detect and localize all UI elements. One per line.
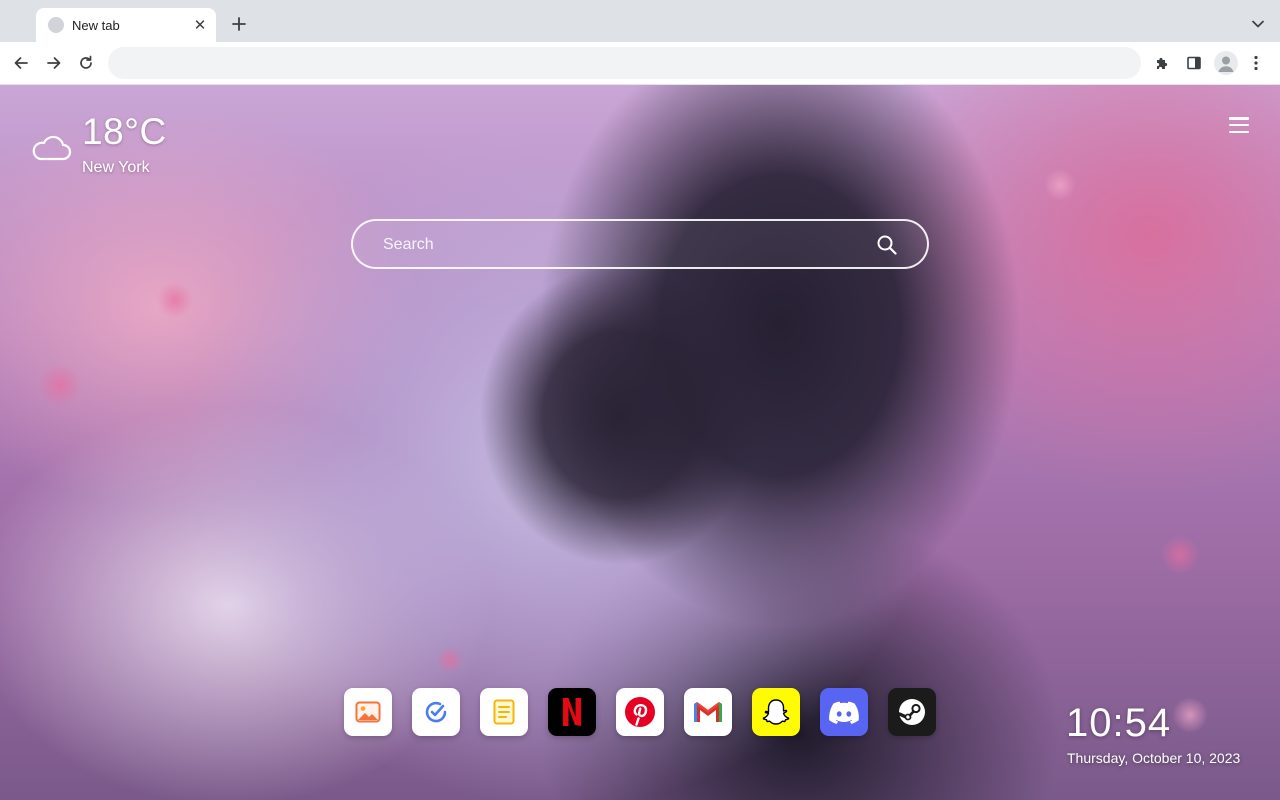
notepad-icon (493, 699, 515, 725)
back-button[interactable] (9, 51, 33, 75)
clock-date: Thursday, October 10, 2023 (1067, 750, 1241, 766)
app-shortcuts (344, 688, 936, 736)
steam-icon (897, 699, 925, 725)
weather-widget[interactable]: 18°C New York (30, 111, 200, 181)
snapchat-icon (762, 699, 790, 725)
app-pinterest[interactable] (616, 688, 664, 736)
search-input[interactable] (383, 233, 863, 257)
extensions-button[interactable] (1150, 51, 1174, 75)
menu-line (1229, 123, 1249, 127)
app-gmail[interactable] (684, 688, 732, 736)
side-panel-icon (1187, 56, 1201, 70)
browser-toolbar (0, 42, 1280, 85)
app-photos[interactable] (344, 688, 392, 736)
tab-new-tab[interactable]: New tab ✕ (36, 8, 216, 42)
tab-favicon-icon (48, 17, 64, 33)
app-discord[interactable] (820, 688, 868, 736)
new-tab-button[interactable] (228, 13, 250, 35)
gmail-icon (694, 702, 722, 722)
reload-icon (80, 55, 92, 69)
more-vertical-icon (1254, 55, 1258, 71)
search-icon (877, 235, 897, 255)
arrow-right-icon (47, 57, 61, 69)
hamburger-menu-button[interactable] (1229, 117, 1249, 133)
puzzle-icon (1157, 57, 1168, 69)
user-icon (1218, 56, 1234, 72)
tab-strip: New tab ✕ (0, 0, 1280, 42)
app-tasks[interactable] (412, 688, 460, 736)
plus-icon (232, 17, 246, 31)
discord-icon (829, 701, 859, 724)
cloud-icon (32, 135, 72, 161)
arrow-left-icon (14, 57, 28, 69)
netflix-icon (563, 698, 581, 726)
new-tab-page: 18°C New York Search 10:54 Thursday, Oct… (0, 85, 1280, 800)
reload-button[interactable] (74, 51, 98, 75)
forward-button[interactable] (42, 51, 66, 75)
check-circle-icon (425, 701, 447, 723)
weather-temperature: 18°C (82, 111, 167, 152)
app-notes[interactable] (480, 688, 528, 736)
profile-avatar[interactable] (1214, 51, 1238, 75)
menu-line (1229, 117, 1249, 120)
app-steam[interactable] (888, 688, 936, 736)
weather-city: New York (82, 159, 150, 176)
tab-title: New tab (72, 17, 120, 33)
address-bar[interactable] (108, 47, 1141, 79)
search-button[interactable] (876, 234, 898, 256)
app-snapchat[interactable] (752, 688, 800, 736)
tab-search-button[interactable] (1248, 14, 1268, 34)
chevron-down-icon (1252, 20, 1264, 28)
side-panel-button[interactable] (1182, 51, 1206, 75)
menu-line (1229, 130, 1249, 133)
image-icon (355, 701, 381, 723)
search-box (351, 219, 929, 269)
tab-close-button[interactable]: ✕ (190, 15, 210, 35)
app-netflix[interactable] (548, 688, 596, 736)
browser-menu-button[interactable] (1244, 51, 1268, 75)
pinterest-icon (625, 697, 655, 727)
clock-time: 10:54 (1066, 701, 1172, 745)
